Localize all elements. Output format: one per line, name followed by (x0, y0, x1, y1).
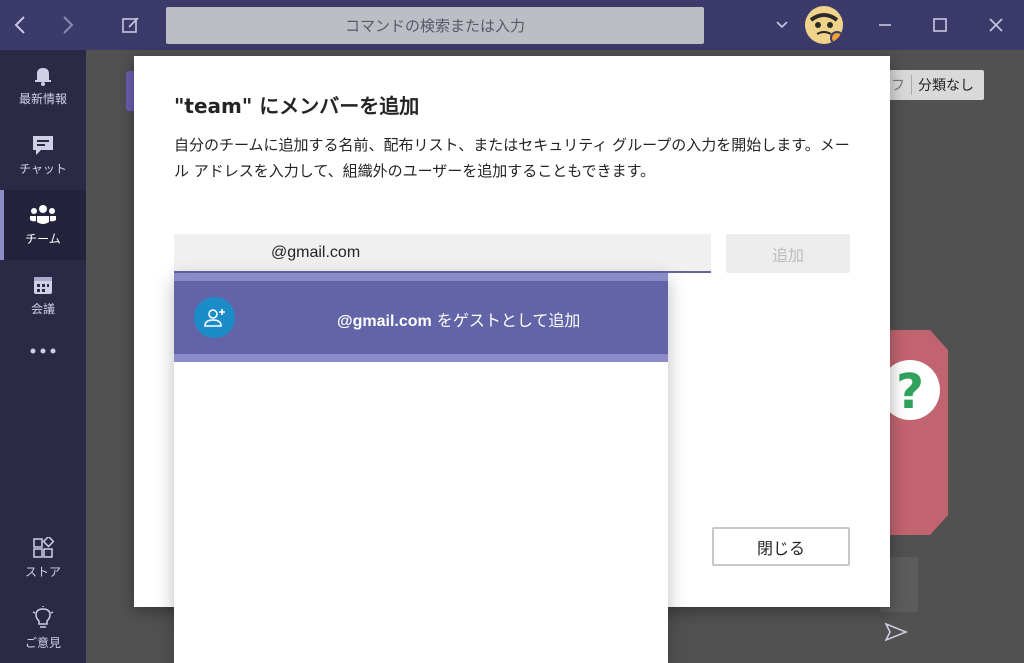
rail-item-label: ストア (24, 564, 61, 579)
chip-label: 分類なし (918, 78, 974, 94)
app-rail: 最新情報 チャット チーム 会議 ストア ご意見 (0, 50, 86, 663)
rail-item-label: 最新情報 (18, 91, 67, 106)
rail-item-label: チャット (19, 161, 67, 176)
suggestion-email: @gmail.com (337, 313, 432, 330)
close-window-button[interactable] (979, 8, 1013, 42)
teams-icon (30, 204, 56, 224)
rail-item-chat[interactable]: チャット (0, 120, 86, 190)
back-button[interactable] (4, 8, 38, 42)
rail-item-teams[interactable]: チーム (0, 190, 86, 260)
close-icon (989, 18, 1003, 32)
suggestion-suffix: をゲストとして追加 (431, 311, 581, 330)
lightbulb-icon (32, 605, 54, 628)
rail-item-meetings[interactable]: 会議 (0, 260, 86, 330)
dialog-title: "team" にメンバーを追加 (174, 94, 420, 118)
suggestion-text: @gmail.com をゲストとして追加 (337, 307, 580, 331)
chip-prefix: フ (891, 75, 912, 95)
close-button[interactable]: 閉じる (712, 527, 850, 566)
chevron-left-icon (14, 16, 25, 34)
rail-item-label: 会議 (30, 301, 55, 316)
rail-item-store[interactable]: ストア (0, 523, 86, 593)
dropdown-highlight-bottom (174, 354, 668, 362)
calendar-icon (34, 276, 52, 294)
minimize-icon (879, 24, 891, 26)
dialog-description: 自分のチームに追加する名前、配布リスト、またはセキュリティ グループの入力を開始… (174, 136, 850, 180)
profile-dropdown-button[interactable] (765, 8, 799, 42)
avatar[interactable] (805, 6, 843, 44)
maximize-button[interactable] (923, 8, 957, 42)
rail-item-feedback[interactable]: ご意見 (0, 593, 86, 663)
add-person-icon (194, 297, 235, 338)
title-bar: コマンドの検索または入力 (0, 0, 1024, 50)
rail-item-activity[interactable]: 最新情報 (0, 50, 86, 120)
chevron-down-icon (776, 21, 788, 29)
forward-button[interactable] (50, 8, 84, 42)
status-badge (830, 31, 843, 44)
classification-chip: フ 分類なし (881, 70, 984, 100)
command-search-input[interactable]: コマンドの検索または入力 (166, 7, 704, 44)
rail-more-button[interactable] (0, 335, 86, 371)
minimize-button[interactable] (868, 8, 902, 42)
maximize-icon (933, 18, 947, 32)
rail-item-label: チーム (25, 231, 61, 246)
chevron-right-icon (63, 16, 74, 34)
rail-item-label: ご意見 (24, 635, 61, 650)
dropdown-highlight-top (174, 273, 668, 281)
store-icon (33, 536, 54, 558)
add-guest-suggestion[interactable]: @gmail.com をゲストとして追加 (174, 281, 668, 354)
suggestion-dropdown: @gmail.com をゲストとして追加 (174, 273, 668, 663)
more-horizontal-icon (30, 348, 56, 354)
bell-icon (35, 67, 51, 86)
svg-text:?: ? (896, 364, 924, 420)
empty-state-illustration: ? (880, 330, 948, 535)
compose-icon (122, 17, 139, 33)
compose-button[interactable] (114, 8, 148, 42)
send-icon[interactable] (884, 622, 908, 642)
chat-icon (33, 135, 53, 155)
add-button[interactable]: 追加 (726, 234, 850, 273)
member-search-input[interactable]: @gmail.com (174, 234, 711, 273)
